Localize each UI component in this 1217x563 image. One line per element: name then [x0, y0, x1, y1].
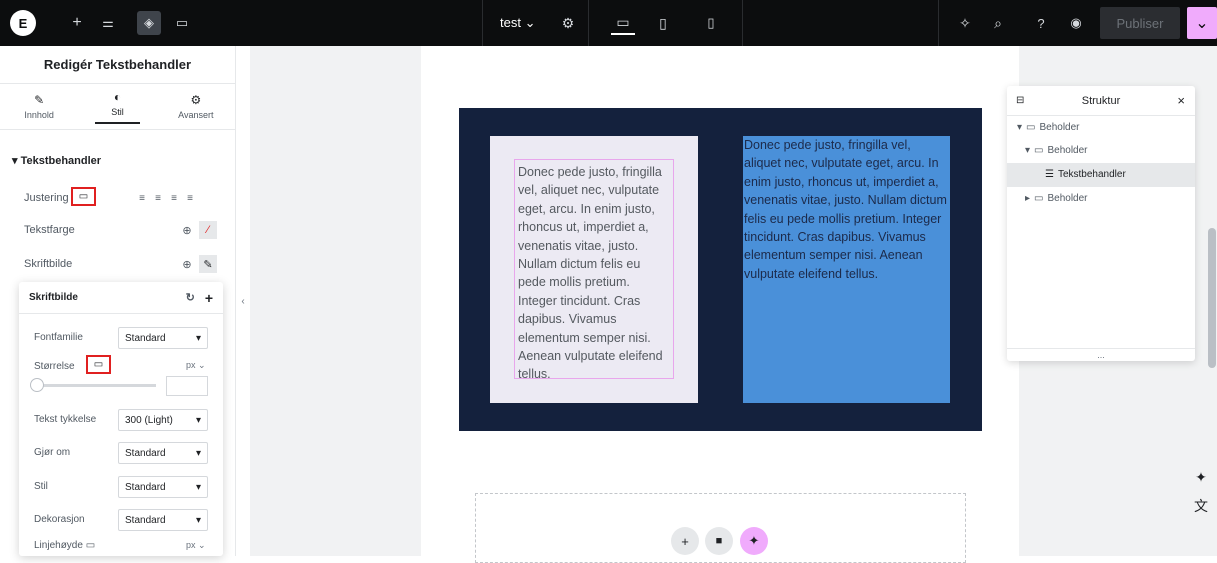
color-swatch-none[interactable]: ⁄	[199, 221, 217, 239]
panel-tabs: ✎ Innhold ◐ Stil ⚙ Avansert	[0, 84, 235, 130]
gear-icon: ⚙	[190, 93, 202, 107]
weight-select[interactable]: 300 (Light) ▾	[118, 409, 208, 431]
container-icon: ▭	[1026, 122, 1036, 133]
publish-button[interactable]: Publiser	[1100, 7, 1180, 39]
reset-icon[interactable]: ↻	[186, 291, 195, 304]
collapse-all-icon[interactable]: ⊟	[1016, 95, 1024, 106]
help-icon[interactable]: ?	[1029, 11, 1053, 35]
ai-sparkle-icon[interactable]: ✦	[740, 527, 768, 555]
align-right-icon[interactable]: ≡	[166, 190, 182, 206]
structure-item-text-editor[interactable]: ☰ Tekstbehandler	[1045, 169, 1126, 180]
text-lines-icon: ☰	[1045, 169, 1054, 180]
add-element-icon[interactable]: +	[65, 11, 89, 35]
section-header[interactable]: ▾ Tekstbehandler	[12, 154, 101, 167]
structure-header: ⊟ Struktur ×	[1007, 86, 1195, 116]
comments-icon[interactable]: ▭	[170, 11, 194, 35]
close-icon[interactable]: ×	[1177, 93, 1185, 108]
pencil-icon: ✎	[34, 93, 45, 107]
divider	[938, 0, 939, 46]
panel-title: Redigér Tekstbehandler	[0, 46, 235, 84]
responsive-desktop-icon[interactable]: ▭	[71, 187, 96, 206]
publish-options-chevron-icon[interactable]: ⌄	[1187, 7, 1217, 39]
tab-advanced[interactable]: ⚙ Avansert	[157, 84, 235, 129]
container-icon: ▭	[1034, 145, 1044, 156]
decoration-label: Dekorasjon	[34, 514, 85, 525]
divider	[482, 0, 483, 46]
desktop-icon: ▭	[85, 540, 96, 551]
page-settings-icon[interactable]: ⚙	[556, 11, 580, 35]
divider	[742, 0, 743, 46]
collapse-panel-chevron-icon[interactable]: ‹	[236, 290, 250, 312]
globe-icon[interactable]: ⊕	[178, 221, 196, 239]
divider	[588, 0, 589, 46]
transform-label: Gjør om	[34, 447, 71, 458]
preview-eye-icon[interactable]: ◉	[1064, 11, 1088, 35]
chevron-down-icon: ▾	[195, 447, 201, 459]
structure-item-container[interactable]: ▾ ▭ Beholder	[1025, 145, 1088, 156]
structure-layers-icon[interactable]: ◈	[137, 11, 161, 35]
ai-sparkle-icon[interactable]: ✦	[1188, 464, 1214, 490]
page-name-dropdown[interactable]: test ⌄	[500, 15, 536, 31]
template-folder-icon[interactable]: ■	[705, 527, 733, 555]
structure-item-container[interactable]: ▾ ▭ Beholder	[1017, 122, 1080, 133]
desktop-icon[interactable]: ▭	[611, 11, 635, 35]
decoration-select[interactable]: Standard ▾	[118, 509, 208, 531]
line-height-label: Linjehøyde ▭	[34, 540, 96, 551]
translate-icon[interactable]: 文	[1188, 493, 1214, 519]
chevron-down-icon: ▾	[195, 514, 201, 526]
text-editor-widget-right[interactable]: Donec pede justo, fringilla vel, aliquet…	[743, 136, 950, 283]
style-label: Stil	[34, 481, 48, 492]
size-slider-track[interactable]	[34, 384, 156, 387]
typography-popover: Skriftbilde ↻ + Fontfamilie Standard ▾ St…	[19, 282, 223, 556]
alignment-buttons: ≡ ≡ ≡ ≡	[134, 190, 198, 206]
alignment-label: Justering	[24, 192, 69, 204]
top-bar: E + ⚌ ◈ ▭ test ⌄ ⚙ ▭ ▯ ▯ ✧ ⌕ ? ◉ Publise…	[0, 0, 1217, 46]
popover-header: Skriftbilde ↻ +	[19, 282, 223, 314]
size-number-input[interactable]	[166, 376, 208, 396]
chevron-down-icon: ▾	[195, 332, 201, 344]
tablet-icon[interactable]: ▯	[651, 11, 675, 35]
structure-panel: ⊟ Struktur × ▾ ▭ Beholder ▾ ▭ Beholder ☰ Te…	[1007, 86, 1195, 361]
tab-style[interactable]: ◐ Stil	[78, 84, 156, 129]
size-label: Størrelse	[34, 361, 75, 372]
typography-label: Skriftbilde	[24, 258, 73, 270]
align-left-icon[interactable]: ≡	[134, 190, 150, 206]
responsive-desktop-icon[interactable]: ▭	[86, 355, 111, 374]
line-height-unit-select[interactable]: px ⌄	[186, 540, 206, 551]
elementor-logo[interactable]: E	[10, 10, 36, 36]
scrollbar-thumb[interactable]	[1208, 228, 1216, 368]
weight-label: Tekst tykkelse	[34, 414, 97, 425]
align-justify-icon[interactable]: ≡	[182, 190, 198, 206]
resize-handle[interactable]: ...	[1007, 348, 1195, 360]
transform-select[interactable]: Standard ▾	[118, 442, 208, 464]
site-settings-icon[interactable]: ⚌	[96, 11, 120, 35]
plus-icon[interactable]: +	[205, 290, 213, 306]
text-editor-widget-left[interactable]: Donec pede justo, fringilla vel, aliquet…	[514, 159, 674, 381]
size-unit-select[interactable]: px ⌄	[186, 360, 206, 371]
align-center-icon[interactable]: ≡	[150, 190, 166, 206]
half-circle-icon: ◐	[113, 89, 122, 104]
container-icon: ▭	[1034, 193, 1044, 204]
globe-icon[interactable]: ⊕	[178, 255, 196, 273]
ai-assistant-icon[interactable]: ✧	[953, 11, 977, 35]
tab-content[interactable]: ✎ Innhold	[0, 84, 78, 129]
text-color-label: Tekstfarge	[24, 224, 75, 236]
structure-item-container[interactable]: ▸ ▭ Beholder	[1025, 193, 1088, 204]
style-select[interactable]: Standard ▾	[118, 476, 208, 498]
add-section-plus-icon[interactable]: +	[671, 527, 699, 555]
mobile-icon[interactable]: ▯	[699, 11, 723, 35]
chevron-down-icon: ▾	[195, 414, 201, 426]
font-family-label: Fontfamilie	[34, 332, 83, 343]
chevron-down-icon: ▾	[195, 481, 201, 493]
edit-pencil-icon[interactable]: ✎	[199, 255, 217, 273]
search-icon[interactable]: ⌕	[986, 11, 1010, 35]
size-slider-handle[interactable]	[30, 378, 44, 392]
font-family-select[interactable]: Standard ▾	[118, 327, 208, 349]
